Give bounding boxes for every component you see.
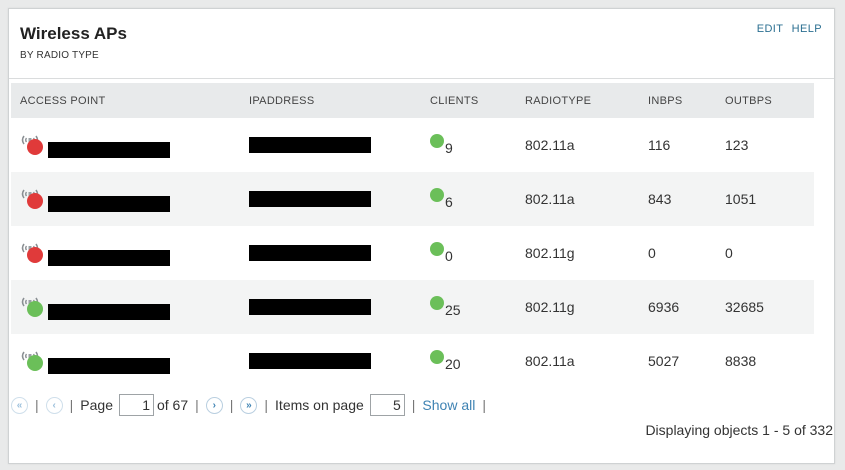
page-label: Page [80, 397, 113, 413]
radiotype-cell: 802.11a [516, 172, 639, 226]
wireless-aps-table: ACCESS POINT IPADDRESS CLIENTS RADIOTYPE… [11, 83, 814, 388]
pager-separator: | [195, 397, 199, 413]
widget-header: Wireless APs BY RADIO TYPE EDIT HELP [9, 9, 834, 79]
client-status-icon [430, 295, 444, 310]
pager-separator: | [69, 397, 74, 413]
ip-address-cell [240, 226, 421, 280]
access-point-cell[interactable] [11, 334, 240, 388]
ip-address-cell [240, 280, 421, 334]
column-header-clients[interactable]: CLIENTS [421, 83, 516, 118]
redacted-access-point-name [48, 196, 170, 212]
column-header-radiotype[interactable]: RADIOTYPE [516, 83, 639, 118]
widget-title: Wireless APs [20, 24, 127, 43]
access-point-status-icon [20, 130, 46, 160]
clients-cell: 25 [421, 280, 516, 334]
clients-value: 20 [445, 355, 461, 372]
redacted-access-point-name [48, 304, 170, 320]
inbps-cell: 116 [648, 137, 671, 153]
widget-subtitle: BY RADIO TYPE [20, 50, 99, 61]
ip-address-cell [240, 334, 421, 388]
clients-value: 9 [445, 139, 453, 156]
redacted-ip-address [249, 298, 371, 315]
access-point-status-icon [20, 292, 46, 322]
inbps-cell: 5027 [648, 353, 680, 369]
redacted-ip-address [249, 136, 371, 153]
column-header-access-point[interactable]: ACCESS POINT [11, 83, 240, 118]
current-page-input[interactable] [118, 394, 154, 416]
inbps-cell: 6936 [639, 280, 716, 334]
outbps-cell: 123 [725, 137, 749, 153]
help-link[interactable]: HELP [792, 23, 822, 35]
previous-page-icon[interactable]: ‹ [45, 396, 63, 414]
ip-address-cell [240, 172, 421, 226]
client-status-icon [430, 133, 444, 148]
column-header-outbps[interactable]: OUTBPS [716, 83, 814, 118]
outbps-cell: 0 [725, 245, 733, 261]
column-header-ipaddress[interactable]: IPADDRESS [240, 83, 421, 118]
redacted-ip-address [249, 244, 371, 261]
pager-separator: | [264, 397, 269, 413]
items-on-page-label: Items on page [275, 397, 364, 413]
redacted-access-point-name [48, 250, 170, 266]
clients-value: 6 [445, 193, 453, 210]
redacted-ip-address [249, 352, 371, 369]
last-page-icon[interactable]: » [240, 396, 258, 414]
page-count-label: of 67 [156, 397, 189, 413]
access-point-cell[interactable] [11, 118, 240, 172]
radiotype-cell: 802.11a [525, 137, 575, 153]
table-row[interactable]: 0 802.11g 0 0 [11, 226, 814, 280]
redacted-access-point-name [48, 142, 170, 158]
pager-separator: | [482, 397, 486, 413]
radiotype-cell: 802.11g [516, 280, 639, 334]
clients-value: 25 [445, 301, 461, 318]
show-all-link[interactable]: Show all [422, 397, 475, 413]
clients-cell: 20 [421, 334, 516, 388]
clients-cell: 6 [421, 172, 516, 226]
access-point-status-icon [20, 184, 46, 214]
table-row[interactable]: 20 802.11a 5027 8838 [11, 334, 814, 388]
displaying-objects-text: Displaying objects 1 - 5 of 332 [645, 422, 833, 438]
table-row[interactable]: 25 802.11g 6936 32685 [11, 280, 814, 334]
pager-separator: | [229, 397, 234, 413]
clients-cell: 9 [421, 118, 516, 172]
access-point-status-icon [20, 346, 46, 376]
access-point-cell[interactable] [11, 172, 240, 226]
redacted-access-point-name [48, 358, 170, 374]
outbps-cell: 1051 [716, 172, 814, 226]
radiotype-cell: 802.11a [525, 353, 575, 369]
inbps-cell: 0 [648, 245, 656, 261]
table-header-row: ACCESS POINT IPADDRESS CLIENTS RADIOTYPE… [11, 83, 814, 118]
access-point-cell[interactable] [11, 226, 240, 280]
radiotype-cell: 802.11g [525, 245, 575, 261]
pager-separator: | [35, 397, 39, 413]
table-row[interactable]: 9 802.11a 116 123 [11, 118, 814, 172]
column-header-inbps[interactable]: INBPS [639, 83, 716, 118]
client-status-icon [430, 187, 444, 202]
pager: « | ‹ | Page of 67 | › | » | Items on pa… [11, 394, 493, 416]
items-per-page-input[interactable] [369, 394, 405, 416]
clients-cell: 0 [421, 226, 516, 280]
clients-value: 0 [445, 247, 453, 264]
outbps-cell: 32685 [716, 280, 814, 334]
header-links: EDIT HELP [752, 23, 822, 35]
next-page-icon[interactable]: › [205, 396, 223, 414]
table-row[interactable]: 6 802.11a 843 1051 [11, 172, 814, 226]
outbps-cell: 8838 [725, 353, 757, 369]
redacted-ip-address [249, 190, 371, 207]
access-point-status-icon [20, 238, 46, 268]
ip-address-cell [240, 118, 421, 172]
first-page-icon[interactable]: « [11, 396, 28, 414]
client-status-icon [430, 349, 444, 364]
client-status-icon [430, 241, 444, 256]
edit-link[interactable]: EDIT [757, 23, 783, 35]
inbps-cell: 843 [639, 172, 716, 226]
pager-separator: | [411, 397, 416, 413]
access-point-cell[interactable] [11, 280, 240, 334]
